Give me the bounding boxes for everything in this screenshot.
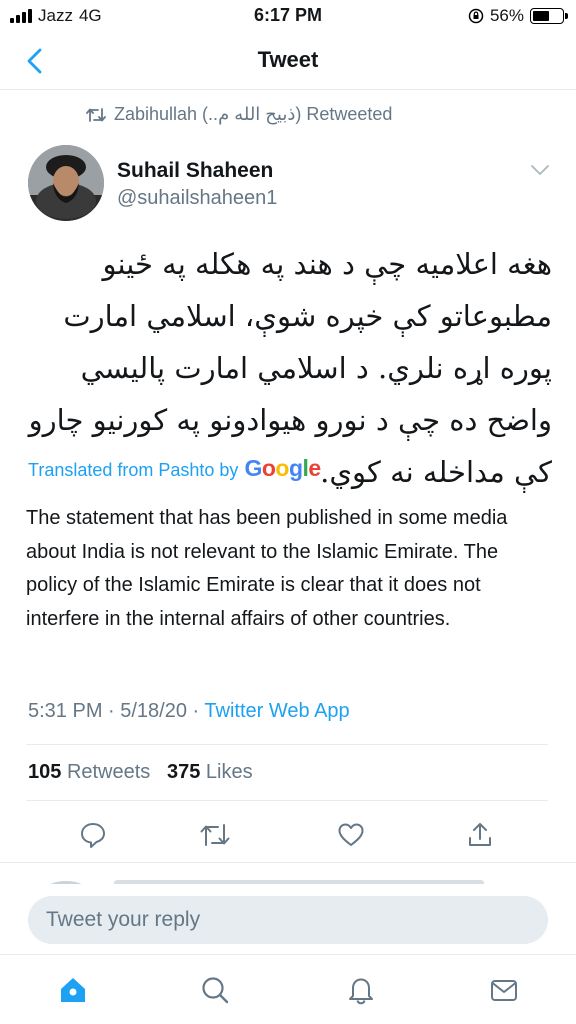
tab-search[interactable] <box>198 973 232 1007</box>
retweet-icon <box>200 824 230 846</box>
reply-bar: Tweet your reply <box>0 884 576 954</box>
tweet-timestamp: 5:31 PM · 5/18/20 · <box>28 700 205 722</box>
like-count: 375 <box>166 761 201 783</box>
divider <box>26 744 548 745</box>
tweet-options-button[interactable] <box>528 160 552 180</box>
avatar-image <box>28 145 104 221</box>
orientation-lock-icon <box>468 8 484 24</box>
like-icon <box>338 823 364 846</box>
tweet-translation: The statement that has been published in… <box>26 507 508 630</box>
like-button[interactable] <box>334 818 368 852</box>
tweet-meta: 5:31 PM · 5/18/20 · Twitter Web App <box>28 700 350 723</box>
likes-label: Likes <box>205 761 253 783</box>
retweeted-by[interactable]: Zabihullah (..ذبیح الله م) Retweeted <box>86 104 392 125</box>
page-title: Tweet <box>257 47 319 72</box>
battery-level <box>533 11 549 21</box>
share-button[interactable] <box>463 818 497 852</box>
translated-label: Translated from Pashto by <box>28 460 239 480</box>
translation-attribution[interactable]: Translated from Pashto by Google <box>28 455 321 482</box>
reply-icon <box>81 823 105 848</box>
tab-home[interactable] <box>56 973 90 1007</box>
messages-icon <box>491 980 517 1001</box>
retweet-count: 105 <box>28 761 62 783</box>
tweet-actions <box>0 818 576 852</box>
chevron-down-icon <box>531 165 549 175</box>
google-logo: Google <box>244 455 321 481</box>
notifications-icon <box>349 978 373 1005</box>
battery-icon <box>530 8 568 24</box>
battery-percent: 56% <box>489 6 524 25</box>
tab-notifications[interactable] <box>344 973 378 1007</box>
reply-button[interactable] <box>76 818 110 852</box>
author-handle[interactable]: @suhailshaheen1 <box>117 187 277 210</box>
reply-avatar <box>50 880 484 884</box>
retweet-button[interactable] <box>198 818 232 852</box>
share-icon <box>469 823 491 846</box>
next-reply-peek <box>0 862 576 884</box>
retweeted-by-label: Zabihullah (..ذبیح الله م) Retweeted <box>114 104 393 124</box>
home-icon <box>61 978 85 1002</box>
reply-input[interactable]: Tweet your reply <box>28 896 548 944</box>
retweets-label: Retweets <box>66 761 151 783</box>
nav-bar: Tweet <box>0 34 576 90</box>
tab-messages[interactable] <box>487 973 521 1007</box>
search-icon <box>202 977 229 1004</box>
status-bar: Jazz 4G 6:17 PM 56% <box>0 0 576 34</box>
retweets-stat[interactable]: 105 Retweets <box>28 761 150 783</box>
divider <box>26 800 548 801</box>
tab-bar <box>0 954 576 1024</box>
tweet-stats: 105 Retweets 375 Likes <box>28 761 253 784</box>
source-app-link[interactable]: Twitter Web App <box>204 700 349 722</box>
likes-stat[interactable]: 375 Likes <box>167 761 253 783</box>
avatar[interactable] <box>28 145 104 221</box>
author-name[interactable]: Suhail Shaheen <box>117 159 273 183</box>
retweet-small-icon <box>86 107 106 122</box>
